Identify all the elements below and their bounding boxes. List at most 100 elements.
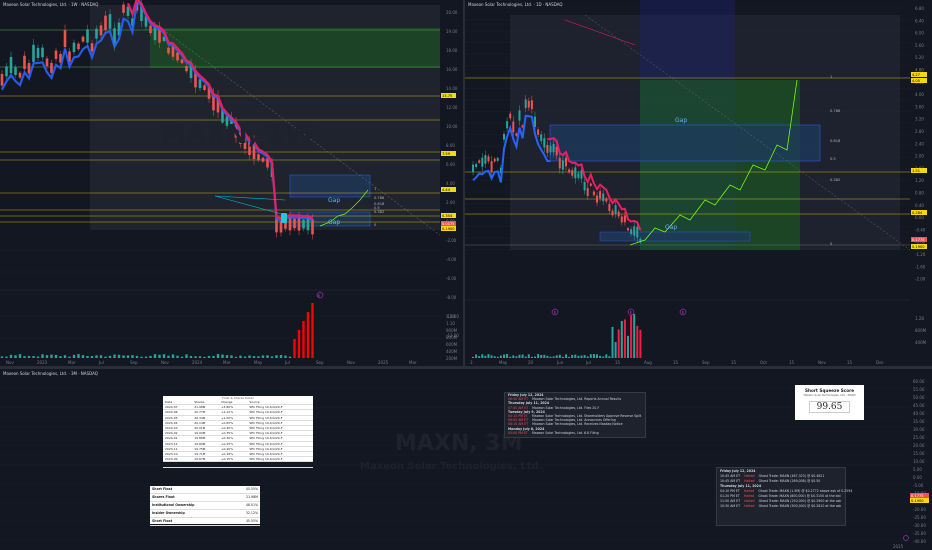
gap-label: Gap (328, 219, 340, 226)
daily-chart-svg[interactable]: GapGap10.7860.6180.50.38206.806.406.005.… (465, 0, 932, 366)
price-label-text: 0.1775 (911, 494, 924, 498)
candle-body (95, 28, 98, 39)
volume-bar (99, 355, 103, 358)
price-tick-label: 4.80 (915, 68, 924, 73)
volume-bar (72, 354, 76, 358)
price-tick-label: -4.00 (446, 257, 457, 262)
weekly-chart-pane[interactable]: Gap Gap 1 0.786 0.618 0.5 0.382 0 20.00 19.00 18.0… (0, 0, 463, 366)
volume-bar (86, 355, 89, 358)
volume-tick-label: 900M (446, 328, 458, 333)
table-cell: SEC Filing 10-K/A/20-F (247, 461, 313, 468)
gap-label: Gap (328, 197, 340, 204)
candle-body (620, 216, 623, 223)
weekly-chart-svg[interactable]: GapGap10.7860.6180.50.382020.0019.0018.0… (0, 0, 463, 366)
daily-chart-pane[interactable]: Gap Gap 1 0.786 0.618 0.5 0.382 0 6.80 6.40 6.00 5.… (465, 0, 932, 366)
volume-bar (162, 354, 166, 358)
candle-body (104, 15, 107, 30)
candle-body (50, 62, 53, 73)
volume-bar (9, 354, 13, 358)
volume-bar (524, 356, 527, 358)
volume-bar (602, 356, 605, 358)
candle-body (45, 58, 49, 67)
candle-body (493, 158, 496, 162)
volume-bar (59, 356, 62, 358)
candle-body (257, 154, 260, 161)
table-cell: 19.64M (192, 461, 219, 468)
time-tick-label: Jul (585, 360, 591, 365)
price-tick-label: 5.60 (915, 43, 924, 48)
volume-bar (568, 356, 571, 358)
time-tick-label: Nov (818, 360, 826, 365)
price-tick-label: 35.00 (913, 419, 925, 424)
price-tick-label: 20.00 (913, 443, 925, 448)
volume-bar (108, 355, 112, 358)
volume-bar (140, 356, 143, 358)
volume-bar (275, 355, 278, 358)
price-tick-label: 45.00 (913, 403, 925, 408)
candle-body (180, 59, 184, 64)
price-tick-label: 20.00 (446, 10, 458, 15)
volume-bar (153, 354, 157, 358)
alert-row[interactable]: 10:30 AM ET Halted Ghost Trade: MAXN (500,… (717, 504, 845, 509)
news-row[interactable]: 05:00 PM ET Maxeon Solar Technologies, Lt… (505, 431, 645, 435)
float-detail-card: Float & Shares Detail Date Shares Change So… (163, 396, 313, 468)
price-label-text: 0.354 (442, 214, 453, 218)
candle-body (77, 43, 80, 50)
volume-bar (257, 356, 260, 358)
candle-body (608, 203, 611, 211)
price-tick-label: 0.00 (913, 475, 922, 480)
candle-body (571, 170, 574, 176)
candle-body (592, 191, 595, 196)
time-tick-label: Mar (409, 360, 417, 365)
intraday-chart-pane[interactable]: 60.00 55.00 50.00 45.00 40.00 35.00 30.00 25.00… (0, 369, 932, 550)
time-tick-label: Sep (702, 360, 710, 365)
price-tick-label: 6.80 (915, 6, 924, 11)
volume-bar (32, 356, 35, 358)
squeeze-score: 99.65 (809, 401, 850, 413)
time-tick-label: Jul (284, 360, 290, 365)
table-row: Shares Float 21.98M (150, 493, 260, 502)
volume-bar (530, 356, 533, 358)
target-zone (150, 28, 440, 68)
candle-body (586, 187, 589, 197)
news-time: 05:00 PM ET (508, 430, 528, 435)
price-tick-label: -25.00 (913, 515, 926, 520)
volume-bar (306, 312, 310, 358)
volume-bar (261, 355, 265, 358)
volume-bar (506, 354, 509, 358)
candle-body (568, 169, 571, 173)
price-label-text: 0.0175 (442, 222, 455, 226)
volume-bar (297, 330, 301, 358)
candle-body (580, 170, 583, 179)
volume-bar (77, 354, 80, 358)
price-label-text: 0.1900 (912, 245, 925, 249)
table-row: 2023-08 19.64M +0.12% SEC Filing 10-K/A/20-… (163, 461, 313, 468)
price-tick-label: 4.00 (915, 92, 924, 97)
candle-body (611, 210, 614, 216)
candle-body (617, 211, 620, 217)
candle-body (527, 100, 530, 108)
metric-label: Shares Float (150, 493, 232, 502)
price-tick-label: 6.00 (915, 31, 924, 36)
target-zone (640, 80, 800, 250)
candle-body (81, 36, 85, 42)
time-tick-label: 15 (615, 360, 621, 365)
candle-body (54, 50, 58, 59)
price-label-text: 4.44 (442, 188, 451, 192)
volume-bar (95, 355, 98, 358)
price-tick-label: 2.80 (915, 129, 924, 134)
candle-body (543, 138, 546, 148)
candle-body (72, 42, 76, 53)
volume-bar (194, 356, 197, 358)
alert-time: 10:30 AM ET (720, 504, 741, 508)
candle-body (302, 219, 305, 229)
volume-bar (577, 355, 580, 358)
table-row: Insider Ownership 32.12% (150, 509, 260, 518)
volume-bar (288, 356, 292, 358)
volume-bar (561, 356, 564, 358)
volume-bar (543, 354, 546, 358)
chart-header: Maxeon Solar Technologies, Ltd. · 1W · N… (3, 2, 99, 7)
candle-body (90, 43, 94, 52)
volume-bar (279, 355, 283, 358)
price-tick-label: -40.00 (913, 539, 926, 544)
